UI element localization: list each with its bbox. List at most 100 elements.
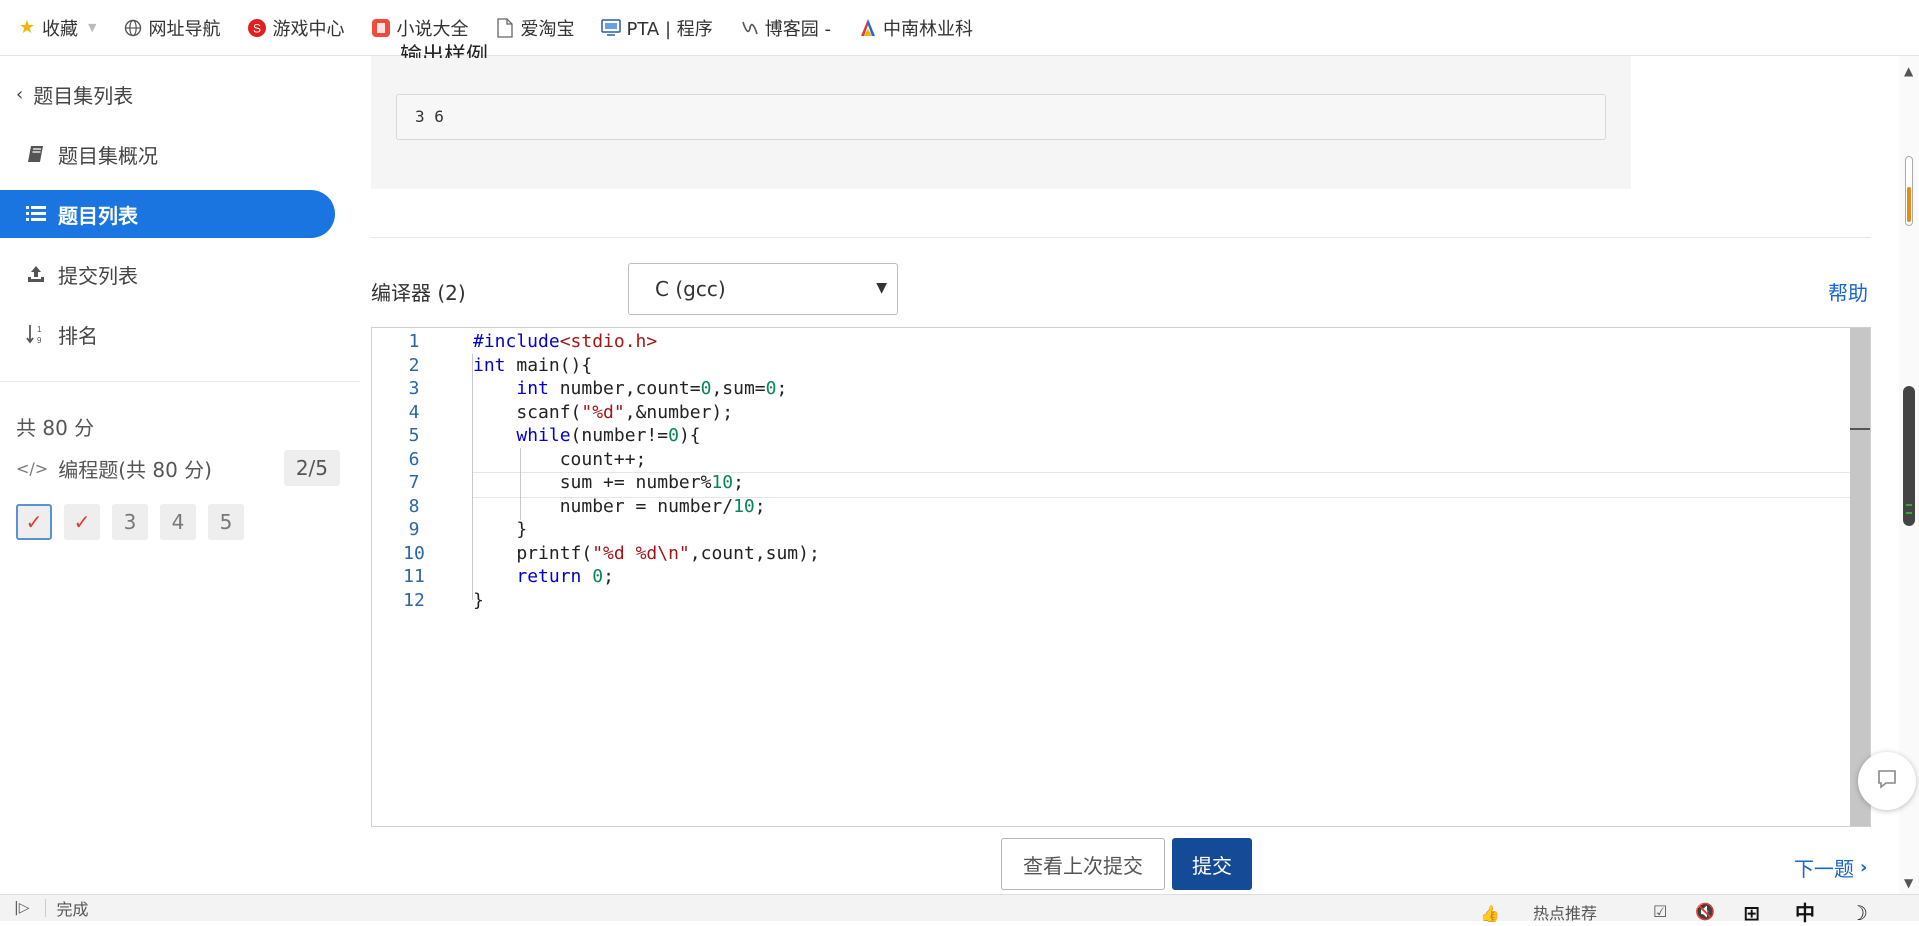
star-icon: ★	[18, 17, 36, 38]
ime-indicator[interactable]: ⊞ 中 ☽	[1743, 897, 1896, 926]
book-icon	[22, 144, 50, 164]
code-token: <stdio.h>	[559, 331, 658, 352]
sidebar-toggle-icon[interactable]: |▷	[14, 900, 29, 916]
thumb-icon: 👍	[1480, 903, 1500, 923]
bookmark-label: 网址导航	[148, 18, 221, 40]
line-number: 12	[403, 590, 425, 611]
section-programming[interactable]: </> 编程题(共 80 分) 2/5	[16, 450, 340, 486]
sort-numeric-icon: 19	[22, 323, 50, 345]
bookmark-school[interactable]: 中南林业科	[857, 15, 973, 41]
code-line: }	[473, 590, 484, 611]
line-number: 7	[408, 472, 420, 493]
ime-grid-icon: ⊞	[1743, 901, 1761, 925]
list-icon	[22, 205, 50, 223]
code-line: int number,count=0,sum=0;	[516, 378, 788, 399]
bookmark-taobao[interactable]: 爱淘宝	[494, 15, 574, 41]
sidebar-item-label: 题目列表	[58, 203, 138, 228]
code-token: while	[516, 425, 571, 446]
back-to-problem-sets[interactable]: ‹ 题目集列表	[16, 80, 133, 109]
sample-output-block: 3 6	[396, 94, 1606, 140]
line-number: 8	[408, 496, 420, 517]
check-icon: ✓	[73, 510, 91, 534]
bookmark-pta[interactable]: PTA | 程序	[600, 15, 713, 41]
code-line: count++;	[473, 449, 647, 470]
bookmark-nav[interactable]: 网址导航	[122, 15, 220, 41]
code-line: sum += number%10;	[473, 472, 744, 493]
sidebar-item-ranking[interactable]: 19 排名	[0, 310, 335, 358]
svg-text:9: 9	[37, 336, 42, 345]
sidebar-item-overview[interactable]: 题目集概况	[0, 130, 335, 178]
bookmark-label: 游戏中心	[272, 18, 345, 40]
sample-heading: 输出样例	[400, 44, 489, 58]
scroll-down-arrow-icon[interactable]: ▼	[1904, 876, 1913, 890]
help-link[interactable]: 帮助	[1828, 277, 1868, 306]
bookmark-label: 小说大全	[396, 18, 469, 40]
code-token: int	[473, 355, 506, 376]
compiler-selected-value: C (gcc)	[655, 277, 726, 301]
code-token: 0	[592, 566, 604, 587]
shield-check-icon[interactable]: ☑	[1653, 902, 1667, 921]
ime-mode-label: 中	[1795, 901, 1816, 925]
question-1-button[interactable]: ✓	[16, 504, 52, 540]
view-last-submission-button[interactable]: 查看上次提交	[1001, 838, 1165, 890]
browser-status-bar: |▷ 完成 👍 热点推荐 ☑ 🔇 ⊞ 中 ☽	[0, 894, 1919, 925]
check-icon: ✓	[25, 510, 43, 534]
feedback-float-button[interactable]	[1858, 752, 1916, 810]
line-number: 9	[408, 519, 420, 540]
line-number: 6	[408, 449, 420, 470]
chevron-right-icon: ›	[1860, 857, 1868, 878]
bookmark-games[interactable]: S 游戏中心	[246, 15, 344, 41]
status-text: 完成	[56, 900, 89, 919]
line-number: 2	[408, 355, 420, 376]
code-token: 0	[668, 425, 679, 446]
section-progress-badge: 2/5	[283, 450, 340, 486]
line-number-gutter: 1 2 3 4 5 6 7 8 9 10 11 12	[372, 328, 444, 826]
bookmarks-bar: ★ 收藏 ▼ 网址导航 S 游戏中心 小说大全 爱淘宝 PTA | 程序 博客园…	[0, 0, 1919, 56]
code-line: while(number!=0){	[516, 425, 701, 446]
question-2-button[interactable]: ✓	[64, 504, 100, 540]
main-divider	[371, 237, 1871, 238]
code-line: }	[473, 519, 528, 540]
code-token: return	[516, 566, 582, 587]
sidebar-item-submissions[interactable]: 提交列表	[0, 250, 335, 298]
chevron-down-icon[interactable]: ▼	[88, 21, 96, 34]
editor-scrollbar[interactable]	[1850, 328, 1870, 826]
code-token: 10	[711, 472, 734, 493]
bookmark-label: PTA | 程序	[626, 18, 713, 40]
question-5-button[interactable]: 5	[208, 504, 244, 540]
status-separator	[45, 899, 47, 917]
bookmark-label: 博客园 -	[764, 18, 831, 40]
hot-recommend[interactable]: 👍 热点推荐	[1480, 900, 1625, 924]
bookmark-cnblogs[interactable]: 博客园 -	[739, 15, 831, 41]
editor-scrollbar-thumb[interactable]	[1850, 328, 1870, 826]
sidebar-item-problem-list[interactable]: 题目列表	[0, 190, 335, 238]
code-line: scanf("%d",&number);	[473, 402, 734, 423]
code-token: 0	[700, 378, 712, 399]
compiler-select[interactable]: C (gcc) ▼	[628, 263, 898, 315]
code-line: number = number/10;	[473, 496, 766, 517]
submit-button[interactable]: 提交	[1172, 838, 1252, 890]
question-3-button[interactable]: 3	[112, 504, 148, 540]
code-line: int main(){	[473, 355, 593, 376]
chevron-left-icon: ‹	[16, 84, 24, 105]
chat-bubble-icon	[1876, 768, 1898, 795]
code-icon: </>	[16, 458, 49, 478]
question-4-button[interactable]: 4	[160, 504, 196, 540]
mute-icon[interactable]: 🔇	[1695, 902, 1715, 921]
bookmark-label: 爱淘宝	[520, 18, 575, 40]
bookmark-novels[interactable]: 小说大全	[370, 15, 468, 41]
bookmark-favorites[interactable]: ★ 收藏 ▼	[16, 15, 97, 41]
page-icon	[494, 17, 516, 39]
cnblogs-icon	[739, 17, 761, 39]
svg-text:1: 1	[37, 325, 42, 334]
globe-icon	[122, 17, 144, 39]
sidebar-divider	[0, 381, 360, 382]
school-logo-icon	[857, 17, 879, 39]
line-number: 4	[408, 402, 420, 423]
next-problem-link[interactable]: 下一题 ›	[1794, 853, 1867, 882]
scroll-up-arrow-icon[interactable]: ▲	[1904, 64, 1913, 78]
code-editor[interactable]: 1 2 3 4 5 6 7 8 9 10 11 12 #include<stdi…	[371, 327, 1871, 827]
section-label: 编程题(共 80 分)	[58, 457, 212, 482]
sidebar: ‹ 题目集列表 题目集概况 题目列表 提交列表 19 排名 共 80 分 </>…	[0, 56, 360, 894]
question-nav: ✓ ✓ 3 4 5	[16, 504, 256, 540]
